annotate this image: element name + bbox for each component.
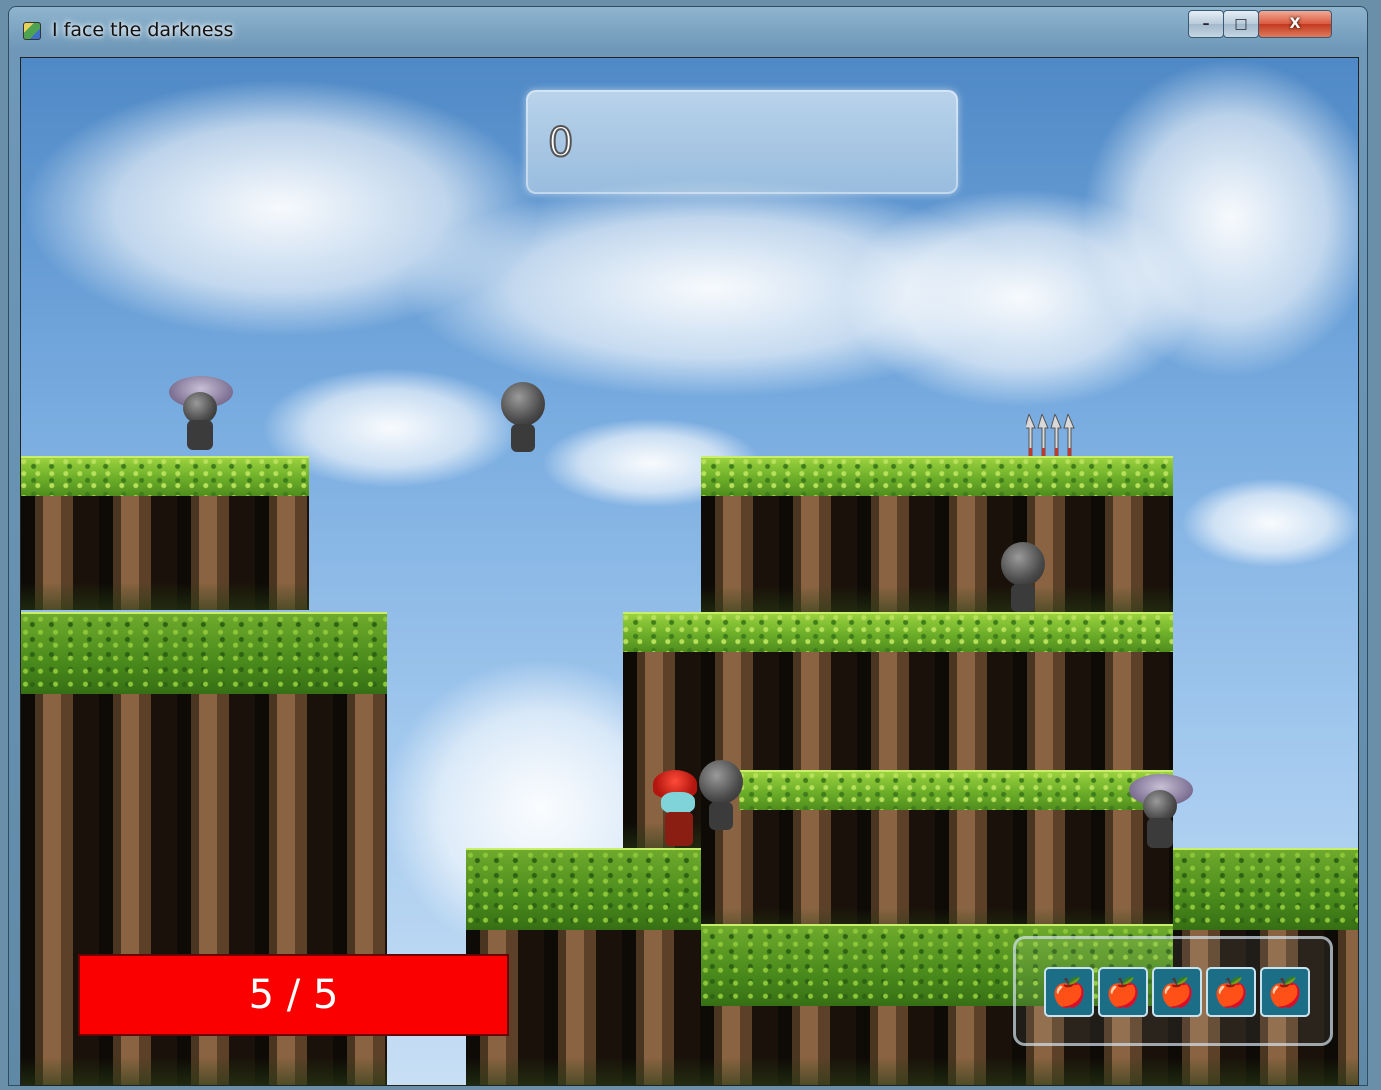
ghost-enemy	[697, 760, 747, 832]
maximize-button[interactable]: □	[1223, 10, 1259, 38]
tree-trunks	[701, 494, 1173, 614]
health-value: 5 / 5	[248, 972, 339, 1018]
grass-platform	[21, 612, 387, 694]
apple-icon[interactable]: 🍎	[1152, 967, 1202, 1017]
score-value: 0	[547, 119, 574, 167]
grass-platform	[701, 456, 1173, 496]
tree-trunks	[701, 806, 1173, 936]
score-panel: 0	[526, 90, 958, 194]
grass-platform	[466, 848, 701, 930]
health-bar: 5 / 5	[78, 954, 509, 1036]
grass-platform	[739, 770, 1173, 810]
ghost-enemy	[499, 382, 549, 454]
apple-icon[interactable]: 🍎	[1260, 967, 1310, 1017]
cloud	[1181, 478, 1358, 568]
apple-icon[interactable]: 🍎	[1098, 967, 1148, 1017]
ghost-enemy	[999, 542, 1049, 614]
tree-trunks	[21, 490, 309, 610]
grass-platform	[21, 456, 309, 496]
apple-icon[interactable]: 🍎	[1206, 967, 1256, 1017]
title-bar[interactable]: I face the darkness – □ X	[8, 6, 1368, 56]
game-window: I face the darkness – □ X 0 5 / 5 🍎 🍎 🍎 …	[8, 6, 1368, 1086]
window-title: I face the darkness	[52, 19, 234, 41]
grass-platform	[623, 612, 1173, 652]
inventory-slots: 🍎 🍎 🍎 🍎 🍎	[1044, 967, 1310, 1017]
inventory-panel: 🍎 🍎 🍎 🍎 🍎	[1013, 936, 1333, 1046]
hat-ghost-enemy	[169, 376, 239, 456]
apple-icon[interactable]: 🍎	[1044, 967, 1094, 1017]
minimize-button[interactable]: –	[1188, 10, 1224, 38]
hat-ghost-enemy	[1129, 774, 1199, 854]
game-viewport[interactable]: 0 5 / 5 🍎 🍎 🍎 🍎 🍎	[20, 57, 1359, 1086]
grass-platform	[1173, 848, 1358, 930]
player-character	[653, 770, 703, 850]
close-button[interactable]: X	[1258, 10, 1332, 38]
spike-trap	[1026, 414, 1075, 456]
cloud	[1081, 58, 1358, 378]
app-icon	[23, 22, 41, 40]
